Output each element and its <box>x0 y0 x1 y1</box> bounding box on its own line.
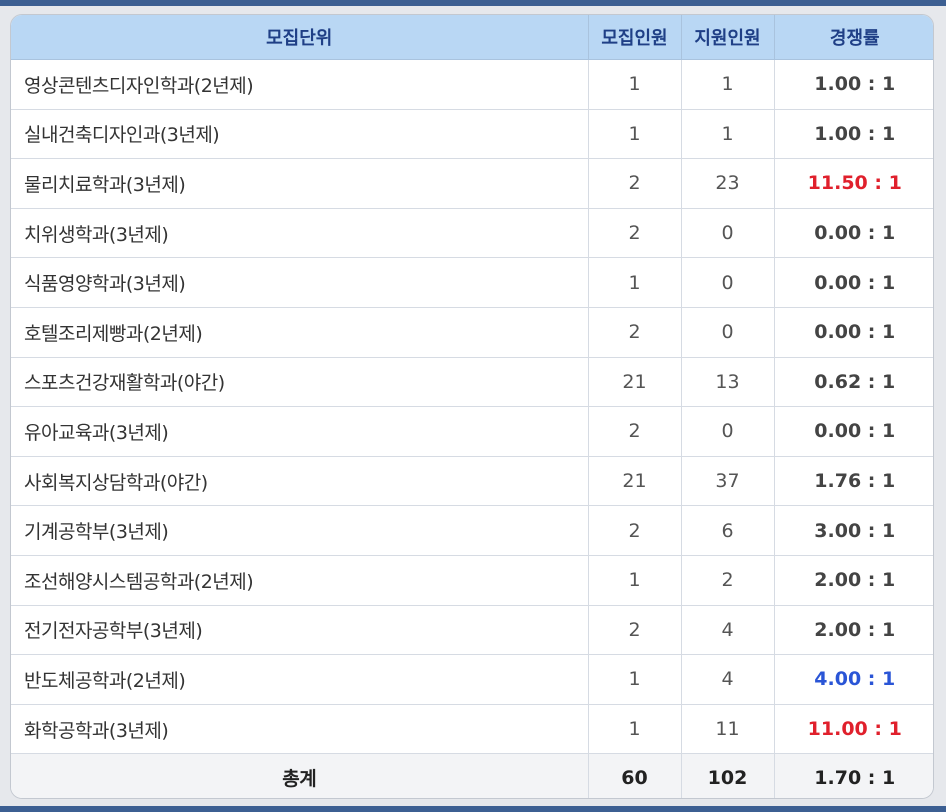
cell-recruit: 1 <box>588 59 682 110</box>
cell-ratio: 1.00 : 1 <box>774 109 933 160</box>
cell-unit: 호텔조리제빵과(2년제) <box>11 307 589 358</box>
header-unit: 모집단위 <box>11 15 589 60</box>
table-row: 호텔조리제빵과(2년제) 2 0 0.00 : 1 <box>11 307 933 358</box>
cell-unit: 스포츠건강재활학과(야간) <box>11 357 589 408</box>
cell-recruit: 1 <box>588 555 682 606</box>
cell-ratio: 0.00 : 1 <box>774 257 933 308</box>
header-ratio: 경쟁률 <box>774 15 933 60</box>
cell-recruit: 1 <box>588 654 682 705</box>
table-row: 실내건축디자인과(3년제) 1 1 1.00 : 1 <box>11 109 933 160</box>
total-recruit: 60 <box>588 753 682 798</box>
cell-unit: 전기전자공학부(3년제) <box>11 605 589 656</box>
table-row: 물리치료학과(3년제) 2 23 11.50 : 1 <box>11 158 933 209</box>
header-recruit: 모집인원 <box>588 15 682 60</box>
table-row: 치위생학과(3년제) 2 0 0.00 : 1 <box>11 208 933 259</box>
header-applicants: 지원인원 <box>681 15 775 60</box>
cell-applicants: 37 <box>681 456 775 507</box>
cell-recruit: 21 <box>588 357 682 408</box>
competition-ratio-table: 모집단위 모집인원 지원인원 경쟁률 영상콘텐츠디자인학과(2년제) 1 1 1… <box>11 15 933 798</box>
cell-applicants: 23 <box>681 158 775 209</box>
cell-ratio: 0.00 : 1 <box>774 208 933 259</box>
table-row: 화학공학과(3년제) 1 11 11.00 : 1 <box>11 704 933 755</box>
cell-applicants: 13 <box>681 357 775 408</box>
table-row: 유아교육과(3년제) 2 0 0.00 : 1 <box>11 406 933 457</box>
cell-applicants: 4 <box>681 654 775 705</box>
cell-recruit: 1 <box>588 257 682 308</box>
cell-ratio: 2.00 : 1 <box>774 555 933 606</box>
cell-applicants: 1 <box>681 109 775 160</box>
table-row: 스포츠건강재활학과(야간) 21 13 0.62 : 1 <box>11 357 933 408</box>
total-ratio: 1.70 : 1 <box>774 753 933 798</box>
cell-applicants: 0 <box>681 257 775 308</box>
cell-ratio: 0.62 : 1 <box>774 357 933 408</box>
cell-applicants: 0 <box>681 208 775 259</box>
cell-applicants: 4 <box>681 605 775 656</box>
cell-recruit: 2 <box>588 158 682 209</box>
total-applicants: 102 <box>681 753 775 798</box>
cell-ratio: 3.00 : 1 <box>774 505 933 556</box>
cell-recruit: 21 <box>588 456 682 507</box>
cell-unit: 물리치료학과(3년제) <box>11 158 589 209</box>
page-frame: 모집단위 모집인원 지원인원 경쟁률 영상콘텐츠디자인학과(2년제) 1 1 1… <box>0 0 946 812</box>
cell-applicants: 6 <box>681 505 775 556</box>
competition-table-panel: 모집단위 모집인원 지원인원 경쟁률 영상콘텐츠디자인학과(2년제) 1 1 1… <box>10 14 934 799</box>
cell-recruit: 1 <box>588 109 682 160</box>
cell-applicants: 0 <box>681 307 775 358</box>
cell-applicants: 0 <box>681 406 775 457</box>
cell-unit: 기계공학부(3년제) <box>11 505 589 556</box>
cell-applicants: 1 <box>681 59 775 110</box>
cell-recruit: 2 <box>588 505 682 556</box>
table-row: 기계공학부(3년제) 2 6 3.00 : 1 <box>11 505 933 556</box>
cell-unit: 사회복지상담학과(야간) <box>11 456 589 507</box>
cell-ratio: 1.76 : 1 <box>774 456 933 507</box>
cell-unit: 식품영양학과(3년제) <box>11 257 589 308</box>
cell-ratio: 2.00 : 1 <box>774 605 933 656</box>
table-header-row: 모집단위 모집인원 지원인원 경쟁률 <box>11 15 933 60</box>
cell-unit: 화학공학과(3년제) <box>11 704 589 755</box>
cell-ratio: 11.50 : 1 <box>774 158 933 209</box>
cell-applicants: 11 <box>681 704 775 755</box>
total-label: 총계 <box>11 753 589 798</box>
table-row: 전기전자공학부(3년제) 2 4 2.00 : 1 <box>11 605 933 656</box>
cell-ratio: 4.00 : 1 <box>774 654 933 705</box>
cell-applicants: 2 <box>681 555 775 606</box>
cell-unit: 유아교육과(3년제) <box>11 406 589 457</box>
cell-unit: 조선해양시스템공학과(2년제) <box>11 555 589 606</box>
cell-ratio: 0.00 : 1 <box>774 406 933 457</box>
table-row: 영상콘텐츠디자인학과(2년제) 1 1 1.00 : 1 <box>11 59 933 110</box>
cell-recruit: 2 <box>588 208 682 259</box>
cell-recruit: 2 <box>588 307 682 358</box>
cell-unit: 치위생학과(3년제) <box>11 208 589 259</box>
cell-recruit: 2 <box>588 605 682 656</box>
cell-ratio: 1.00 : 1 <box>774 59 933 110</box>
cell-unit: 실내건축디자인과(3년제) <box>11 109 589 160</box>
cell-unit: 반도체공학과(2년제) <box>11 654 589 705</box>
total-row: 총계 60 102 1.70 : 1 <box>11 753 933 798</box>
cell-ratio: 11.00 : 1 <box>774 704 933 755</box>
table-row: 사회복지상담학과(야간) 21 37 1.76 : 1 <box>11 456 933 507</box>
cell-recruit: 2 <box>588 406 682 457</box>
table-row: 반도체공학과(2년제) 1 4 4.00 : 1 <box>11 654 933 705</box>
table-row: 식품영양학과(3년제) 1 0 0.00 : 1 <box>11 257 933 308</box>
table-row: 조선해양시스템공학과(2년제) 1 2 2.00 : 1 <box>11 555 933 606</box>
cell-recruit: 1 <box>588 704 682 755</box>
cell-unit: 영상콘텐츠디자인학과(2년제) <box>11 59 589 110</box>
cell-ratio: 0.00 : 1 <box>774 307 933 358</box>
